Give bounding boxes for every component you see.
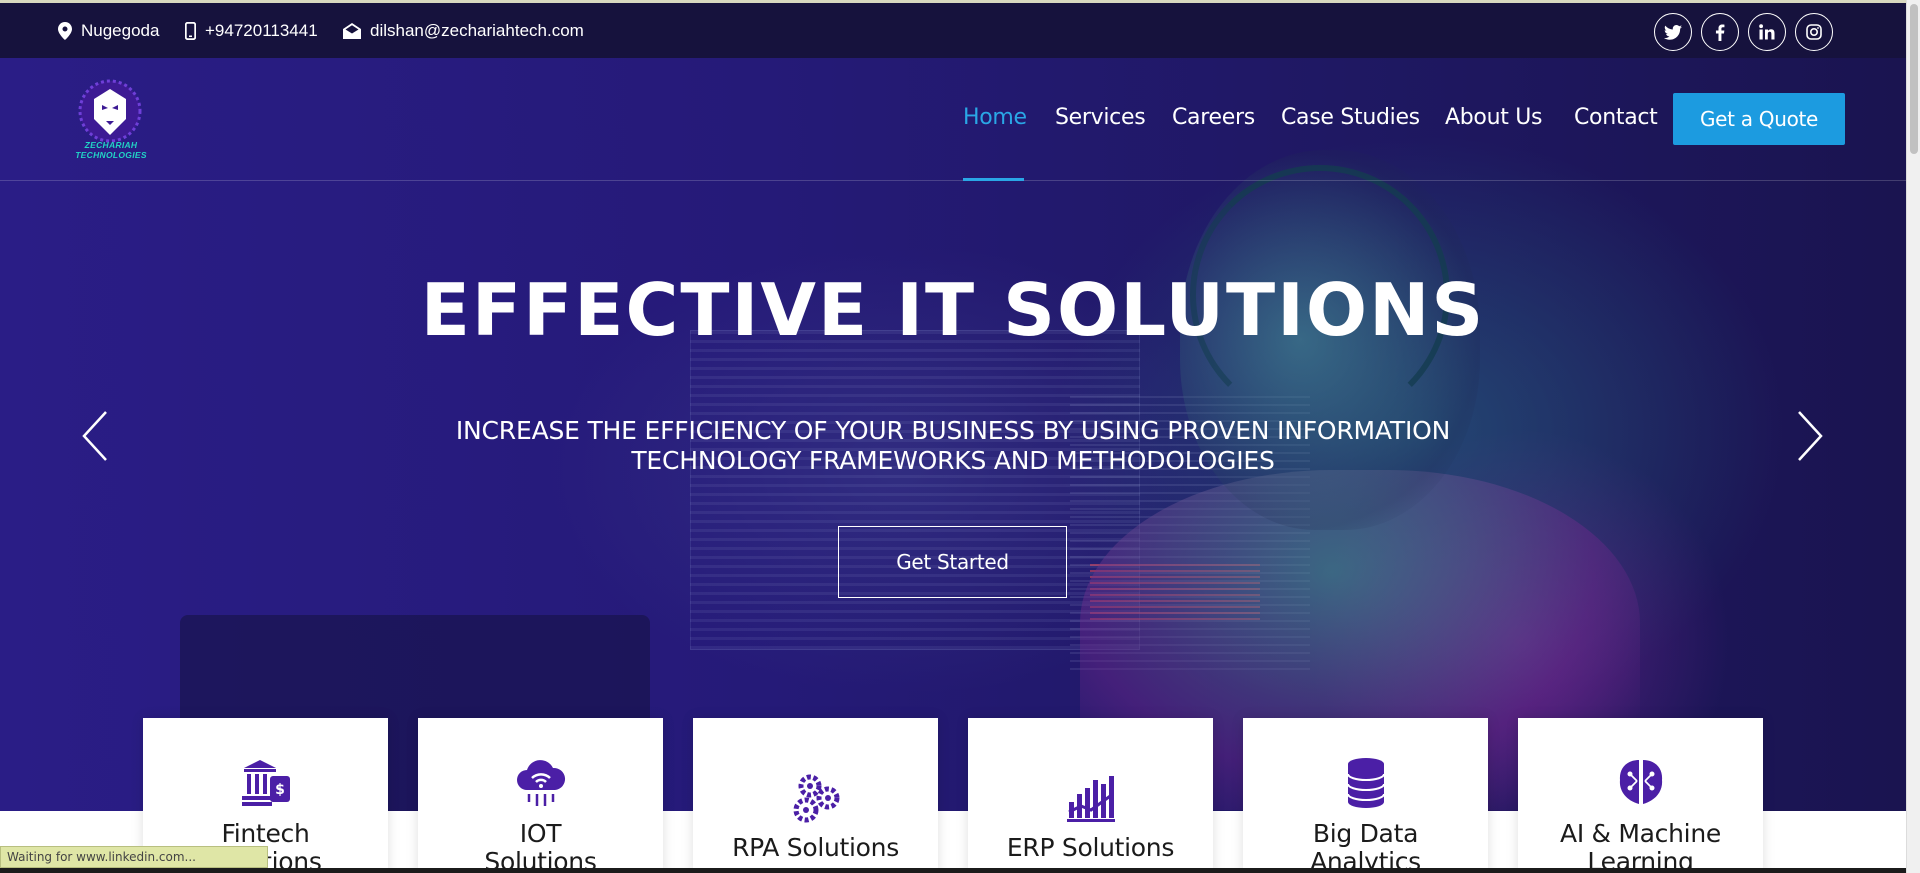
get-started-button[interactable]: Get Started <box>838 526 1067 598</box>
get-a-quote-button[interactable]: Get a Quote <box>1673 93 1845 145</box>
scrollbar-thumb[interactable] <box>1910 4 1918 154</box>
facebook-button[interactable] <box>1701 13 1739 51</box>
card-label-line1: IOT <box>519 819 562 848</box>
nav-active-indicator <box>963 178 1024 181</box>
phone-text[interactable]: +94720113441 <box>205 21 318 41</box>
facebook-icon <box>1715 23 1725 41</box>
phone-icon <box>185 22 196 40</box>
cloud-wifi-icon <box>517 760 566 806</box>
nav-about-us[interactable]: About Us <box>1445 105 1543 130</box>
card-label-line1: Fintech <box>221 819 310 848</box>
map-pin-icon <box>58 22 72 40</box>
svg-text:$: $ <box>275 782 285 798</box>
nav-contact[interactable]: Contact <box>1574 105 1658 130</box>
brain-icon <box>1619 760 1663 804</box>
page-scrollbar[interactable] <box>1906 0 1920 873</box>
browser-status-bar: Waiting for www.linkedin.com... <box>0 846 268 868</box>
window-bottom-edge <box>0 868 1920 873</box>
service-card-ai-ml[interactable]: AI & Machine Learning <box>1518 718 1763 873</box>
database-icon <box>1347 758 1385 808</box>
card-label-line1: AI & Machine <box>1560 819 1721 848</box>
service-card-rpa[interactable]: RPA Solutions <box>693 718 938 873</box>
email-info[interactable]: dilshan@zechariahtech.com <box>343 21 584 41</box>
logo-text: ZECHARIAH TECHNOLOGIES <box>75 140 147 160</box>
chart-bars-icon <box>1067 776 1115 822</box>
nav-services[interactable]: Services <box>1055 105 1146 130</box>
nav-case-studies[interactable]: Case Studies <box>1281 105 1420 130</box>
bank-icon: $ <box>242 760 290 806</box>
top-contact-bar: Nugegoda +94720113441 dilshan@zechariaht… <box>0 0 1906 58</box>
nav-home[interactable]: Home <box>963 105 1027 130</box>
service-card-iot[interactable]: IOT Solutions <box>418 718 663 873</box>
gears-icon <box>793 774 840 823</box>
location-info: Nugegoda <box>58 21 159 41</box>
site-header: ZECHARIAH TECHNOLOGIES Home Services Car… <box>0 58 1906 181</box>
email-text[interactable]: dilshan@zechariahtech.com <box>370 21 584 41</box>
twitter-button[interactable] <box>1654 13 1692 51</box>
card-label: RPA Solutions <box>732 833 899 862</box>
service-card-erp[interactable]: ERP Solutions <box>968 718 1213 873</box>
nav-careers[interactable]: Careers <box>1172 105 1255 130</box>
envelope-open-icon <box>343 23 361 39</box>
card-label: ERP Solutions <box>1006 833 1175 862</box>
phone-info[interactable]: +94720113441 <box>185 21 318 41</box>
card-label-line1: Big Data <box>1312 819 1419 848</box>
carousel-prev-icon[interactable] <box>80 410 110 462</box>
service-card-big-data[interactable]: Big Data Analytics <box>1243 718 1488 873</box>
hero-title: EFFECTIVE IT SOLUTIONS <box>420 268 1486 352</box>
instagram-button[interactable] <box>1795 13 1833 51</box>
linkedin-button[interactable] <box>1748 13 1786 51</box>
instagram-icon <box>1806 24 1822 40</box>
hero-subtitle: INCREASE THE EFFICIENCY OF YOUR BUSINESS… <box>455 416 1451 475</box>
carousel-next-icon[interactable] <box>1795 410 1825 462</box>
twitter-icon <box>1664 24 1682 40</box>
location-text: Nugegoda <box>81 21 160 40</box>
linkedin-icon <box>1759 24 1775 40</box>
